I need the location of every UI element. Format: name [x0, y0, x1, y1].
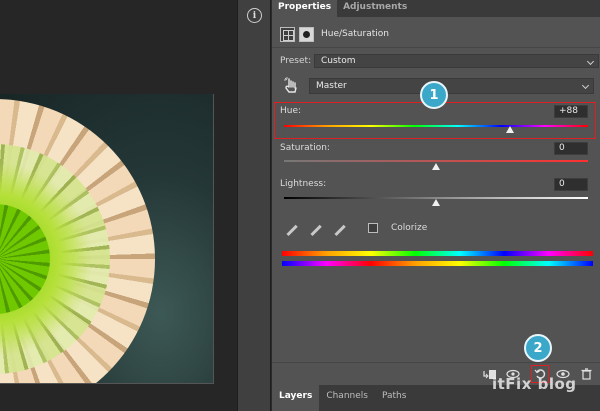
info-icon[interactable]: i [247, 8, 262, 23]
document-canvas[interactable] [0, 0, 237, 411]
adjustment-grid-icon[interactable] [280, 26, 295, 42]
chevron-down-icon [586, 57, 595, 66]
callout-badge-1: 1 [420, 81, 448, 109]
saturation-label: Saturation: [280, 143, 330, 153]
targeted-adjustment-hand-icon[interactable] [284, 77, 300, 95]
panel-tab-bar: Properties Adjustments [272, 0, 600, 17]
saturation-value-input[interactable]: 0 [554, 142, 588, 155]
saturation-slider-track[interactable] [284, 160, 588, 162]
dahlia-flower [0, 99, 155, 383]
chevron-down-icon [581, 81, 590, 90]
flower-image [0, 94, 214, 384]
colorize-checkbox[interactable] [368, 223, 378, 233]
panel-icon-strip: i [237, 0, 271, 411]
colorize-label: Colorize [391, 223, 428, 233]
tab-paths[interactable]: Paths [375, 385, 413, 411]
input-color-bar [282, 251, 593, 256]
saturation-slider-row: Saturation: 0 [278, 142, 596, 175]
tab-properties[interactable]: Properties [272, 0, 338, 17]
lightness-slider-thumb[interactable] [432, 199, 440, 206]
saturation-slider-thumb[interactable] [432, 163, 440, 170]
lightness-value-input[interactable]: 0 [554, 178, 588, 191]
tab-channels[interactable]: Channels [319, 385, 375, 411]
lightness-label: Lightness: [280, 179, 327, 189]
divider [272, 47, 600, 48]
adjustment-title: Hue/Saturation [321, 29, 389, 39]
tab-layers[interactable]: Layers [272, 385, 320, 411]
eyedropper-minus-icon[interactable] [332, 221, 346, 235]
preset-label: Preset: [280, 56, 312, 66]
eyedropper-plus-icon[interactable] [308, 221, 322, 235]
eyedropper-row: Colorize [284, 221, 427, 235]
layer-mask-icon[interactable] [299, 26, 314, 42]
callout-badge-2: 2 [524, 334, 552, 362]
watermark: itFix blog [492, 375, 577, 393]
tab-adjustments[interactable]: Adjustments [337, 0, 413, 17]
channel-value: Master [316, 81, 347, 91]
output-color-bar [282, 261, 593, 266]
preset-dropdown[interactable]: Custom [314, 54, 599, 68]
lightness-slider-row: Lightness: 0 [278, 178, 596, 211]
eyedropper-icon[interactable] [284, 221, 298, 235]
preset-row: Preset: Custom [280, 54, 599, 68]
channel-dropdown[interactable]: Master [309, 78, 594, 94]
properties-header: Hue/Saturation [280, 25, 389, 43]
preset-value: Custom [321, 56, 356, 66]
trash-icon[interactable] [579, 367, 593, 381]
